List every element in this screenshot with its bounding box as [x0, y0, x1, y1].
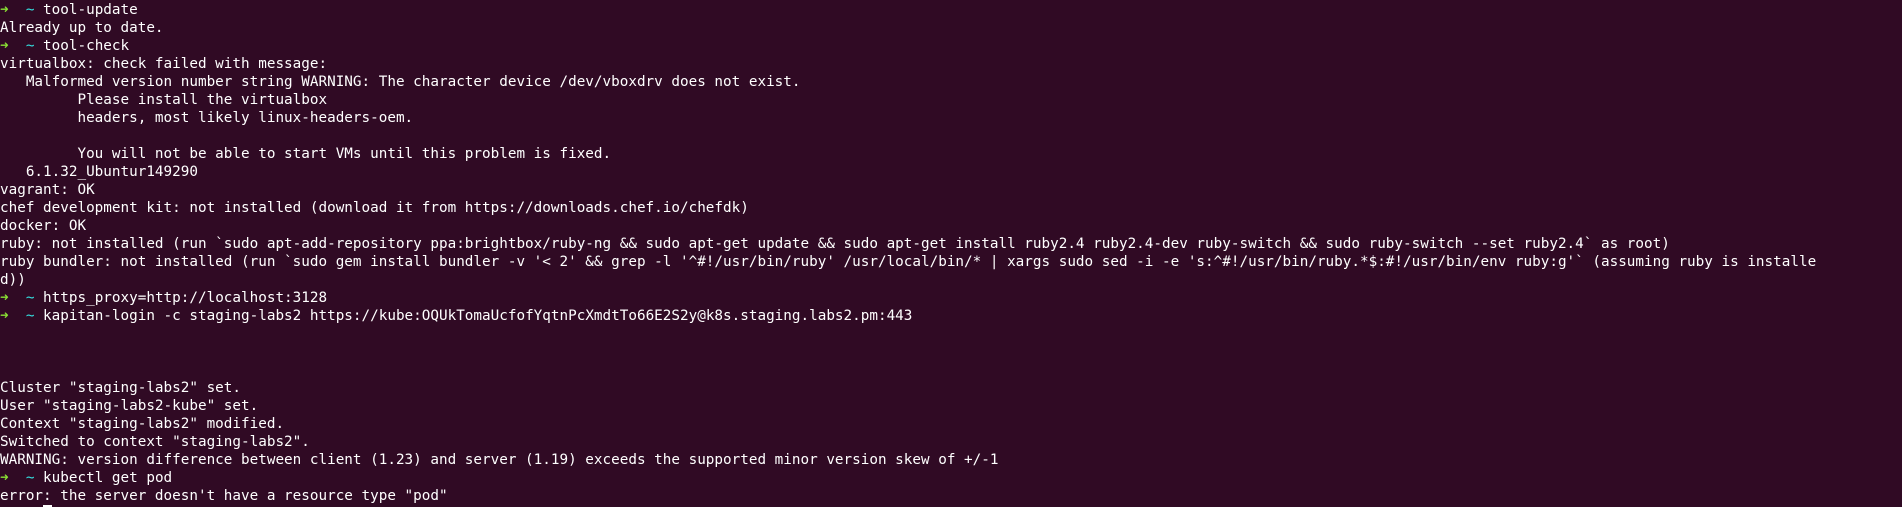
- prompt-line: ➜ ~ kapitan-login -c staging-labs2 https…: [0, 307, 1902, 325]
- output-line: ruby bundler: not installed (run `sudo g…: [0, 254, 1817, 270]
- prompt-directory: ~: [25, 38, 35, 54]
- output-line: Cluster "staging-labs2" set.: [0, 380, 242, 396]
- prompt-line: ➜ ~ tool-check: [0, 37, 1902, 55]
- output-line: error: the server doesn't have a resourc…: [0, 488, 448, 504]
- prompt-line: ➜ ~ tool-update: [0, 1, 1902, 19]
- command-text: https_proxy=http://localhost:3128: [43, 290, 328, 306]
- prompt-line: ➜ ~ https_proxy=http://localhost:3128: [0, 289, 1902, 307]
- output-line: WARNING: version difference between clie…: [0, 452, 999, 468]
- output-line: chef development kit: not installed (dow…: [0, 200, 749, 216]
- output-line: Please install the virtualbox: [0, 92, 328, 108]
- output-line: vagrant: OK: [0, 182, 95, 198]
- prompt-arrow-icon: ➜: [0, 290, 9, 306]
- prompt-arrow-icon: ➜: [0, 2, 9, 18]
- command-text: kubectl get pod: [43, 470, 173, 486]
- command-text: kapitan-login -c staging-labs2 https://k…: [43, 308, 913, 324]
- terminal-window[interactable]: ➜ ~ tool-update Already up to date. ➜ ~ to…: [0, 0, 1902, 507]
- prompt-directory: ~: [25, 308, 35, 324]
- prompt-arrow-icon: ➜: [0, 308, 9, 324]
- prompt-line: ➜ ~ kubectl get pod: [0, 469, 1902, 487]
- output-line: ruby: not installed (run `sudo apt-add-r…: [0, 236, 1670, 252]
- prompt-arrow-icon: ➜: [0, 38, 9, 54]
- prompt-directory: ~: [25, 470, 35, 486]
- command-text: tool-update: [43, 2, 138, 18]
- output-line: docker: OK: [0, 218, 87, 234]
- output-line: Malformed version number string WARNING:…: [0, 74, 801, 90]
- prompt-directory: ~: [25, 290, 35, 306]
- prompt-directory: ~: [25, 2, 35, 18]
- output-line: You will not be able to start VMs until …: [0, 146, 612, 162]
- output-line: Context "staging-labs2" modified.: [0, 416, 285, 432]
- output-line: 6.1.32_Ubuntur149290: [0, 164, 198, 180]
- output-line: User "staging-labs2-kube" set.: [0, 398, 259, 414]
- output-line: Switched to context "staging-labs2".: [0, 434, 310, 450]
- prompt-arrow-icon: ➜: [0, 470, 9, 486]
- output-line: virtualbox: check failed with message:: [0, 56, 328, 72]
- command-text: tool-check: [43, 38, 130, 54]
- output-line: Already up to date.: [0, 20, 164, 36]
- output-line: headers, most likely linux-headers-oem.: [0, 110, 414, 126]
- output-line: d)): [0, 272, 26, 288]
